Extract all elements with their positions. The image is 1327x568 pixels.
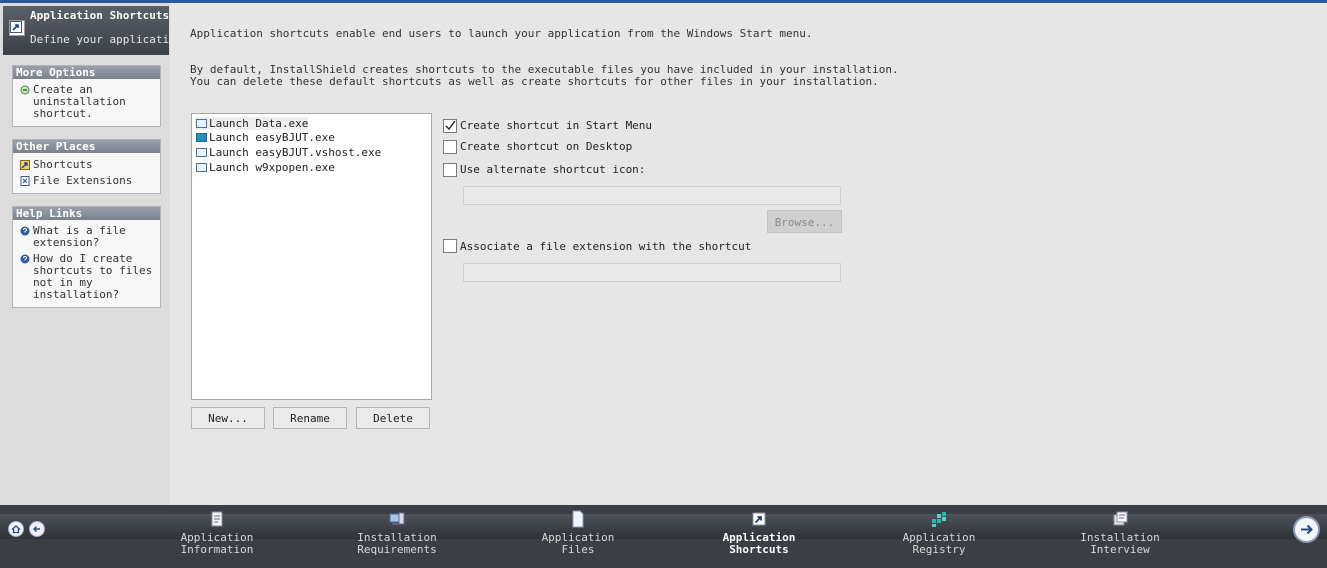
list-item[interactable]: Launch easyBJUT.vshost.exe xyxy=(195,146,381,159)
registry-icon xyxy=(932,512,946,527)
next-button[interactable] xyxy=(1293,516,1320,543)
sidebar-header: Application Shortcuts Define your applic… xyxy=(3,6,169,55)
link-file-extensions[interactable]: File Extensions xyxy=(13,172,160,193)
panel-more-options: More Options Create an uninstallation sh… xyxy=(12,65,161,127)
help-icon xyxy=(20,226,30,236)
step-label-line2: Registry xyxy=(912,543,966,556)
step-label-line2: Requirements xyxy=(357,543,437,556)
step-label-line2: Information xyxy=(180,543,254,556)
default-shortcuts-line-2: You can delete these default shortcuts a… xyxy=(190,75,879,88)
desktop-label: Create shortcut on Desktop xyxy=(460,140,633,153)
step-application-information[interactable]: Application Information xyxy=(152,510,282,556)
link-shortcuts[interactable]: Shortcuts xyxy=(13,153,160,172)
rename-button[interactable]: Rename xyxy=(273,407,347,429)
list-item-label: Launch w9xpopen.exe xyxy=(209,161,335,174)
step-application-shortcuts[interactable]: Application Shortcuts xyxy=(694,510,824,556)
sidebar-header-title: Application Shortcuts xyxy=(30,9,169,22)
file-extension-field[interactable] xyxy=(463,263,841,282)
desktop-checkbox[interactable] xyxy=(443,140,457,154)
home-icon xyxy=(11,525,21,534)
start-menu-checkbox[interactable] xyxy=(443,119,457,133)
uninstall-shortcut-icon xyxy=(20,85,30,95)
app-icon xyxy=(196,133,207,142)
step-label-line2: Files xyxy=(561,543,595,556)
link-create-uninstallation-shortcut[interactable]: Create an uninstallation shortcut. xyxy=(13,79,160,126)
panel-title-more-options: More Options xyxy=(13,66,160,79)
new-button[interactable]: New... xyxy=(191,407,265,429)
alternate-icon-label: Use alternate shortcut icon: xyxy=(460,163,646,176)
shortcuts-list[interactable]: Launch Data.exe Launch easyBJUT.exe Laun… xyxy=(191,113,432,400)
arrow-right-icon xyxy=(1301,524,1313,535)
arrow-left-icon xyxy=(33,526,40,532)
home-button[interactable] xyxy=(8,521,24,537)
list-item-label: Launch Data.exe xyxy=(209,117,309,130)
step-application-files[interactable]: Application Files xyxy=(513,510,643,556)
browse-button[interactable]: Browse... xyxy=(767,210,842,233)
sidebar-header-subtitle: Define your application shortcuts. xyxy=(30,33,169,46)
panel-other-places: Other Places Shortcuts File Extensions xyxy=(12,139,161,194)
link-label: How do I create shortcuts to files not i… xyxy=(33,252,153,301)
sidebar: Application Shortcuts Define your applic… xyxy=(0,3,170,505)
alternate-icon-path-field[interactable] xyxy=(463,186,841,205)
info-document-icon xyxy=(211,511,223,527)
default-shortcuts-text: By default, InstallShield creates shortc… xyxy=(190,64,899,88)
shortcut-icon xyxy=(752,512,766,526)
back-button[interactable] xyxy=(29,521,45,537)
panel-title-other-places: Other Places xyxy=(13,140,160,153)
window-icon xyxy=(196,148,207,157)
interview-icon xyxy=(1113,511,1128,526)
list-item-label: Launch easyBJUT.exe xyxy=(209,131,335,144)
link-label: Create an uninstallation shortcut. xyxy=(33,83,126,120)
link-label: What is a file extension? xyxy=(33,224,126,249)
checkmark-icon xyxy=(445,120,456,131)
start-menu-label: Create shortcut in Start Menu xyxy=(460,119,653,132)
list-item[interactable]: Launch w9xpopen.exe xyxy=(195,161,335,174)
link-label: Shortcuts xyxy=(33,158,93,171)
list-item-label: Launch easyBJUT.vshost.exe xyxy=(209,146,382,159)
step-label-line2: Interview xyxy=(1090,543,1150,556)
panel-help-links: Help Links What is a file extension? How… xyxy=(12,206,161,308)
link-what-is-file-extension[interactable]: What is a file extension? xyxy=(13,220,160,250)
step-application-registry[interactable]: Application Registry xyxy=(874,510,1004,556)
window-icon xyxy=(196,163,207,172)
main-content: Application shortcuts enable end users t… xyxy=(170,3,1327,505)
computer-requirements-icon xyxy=(389,512,405,525)
delete-button[interactable]: Delete xyxy=(356,407,430,429)
file-extensions-icon xyxy=(20,176,30,186)
alternate-icon-checkbox[interactable] xyxy=(443,163,457,177)
intro-text: Application shortcuts enable end users t… xyxy=(190,27,813,40)
link-how-create-shortcuts[interactable]: How do I create shortcuts to files not i… xyxy=(13,250,160,307)
list-item[interactable]: Launch Data.exe xyxy=(195,117,309,130)
link-label: File Extensions xyxy=(33,174,133,187)
step-label-line2: Shortcuts xyxy=(729,543,789,556)
file-extension-label: Associate a file extension with the shor… xyxy=(460,240,752,253)
files-icon xyxy=(572,510,584,528)
help-icon xyxy=(20,254,30,264)
step-installation-requirements[interactable]: Installation Requirements xyxy=(332,510,462,556)
shortcut-arrow-icon xyxy=(9,20,25,36)
list-item[interactable]: Launch easyBJUT.exe xyxy=(195,131,335,144)
window-icon xyxy=(196,119,207,128)
shortcuts-icon xyxy=(20,160,30,170)
panel-title-help-links: Help Links xyxy=(13,207,160,220)
step-installation-interview[interactable]: Installation Interview xyxy=(1055,510,1185,556)
file-extension-checkbox[interactable] xyxy=(443,239,457,253)
